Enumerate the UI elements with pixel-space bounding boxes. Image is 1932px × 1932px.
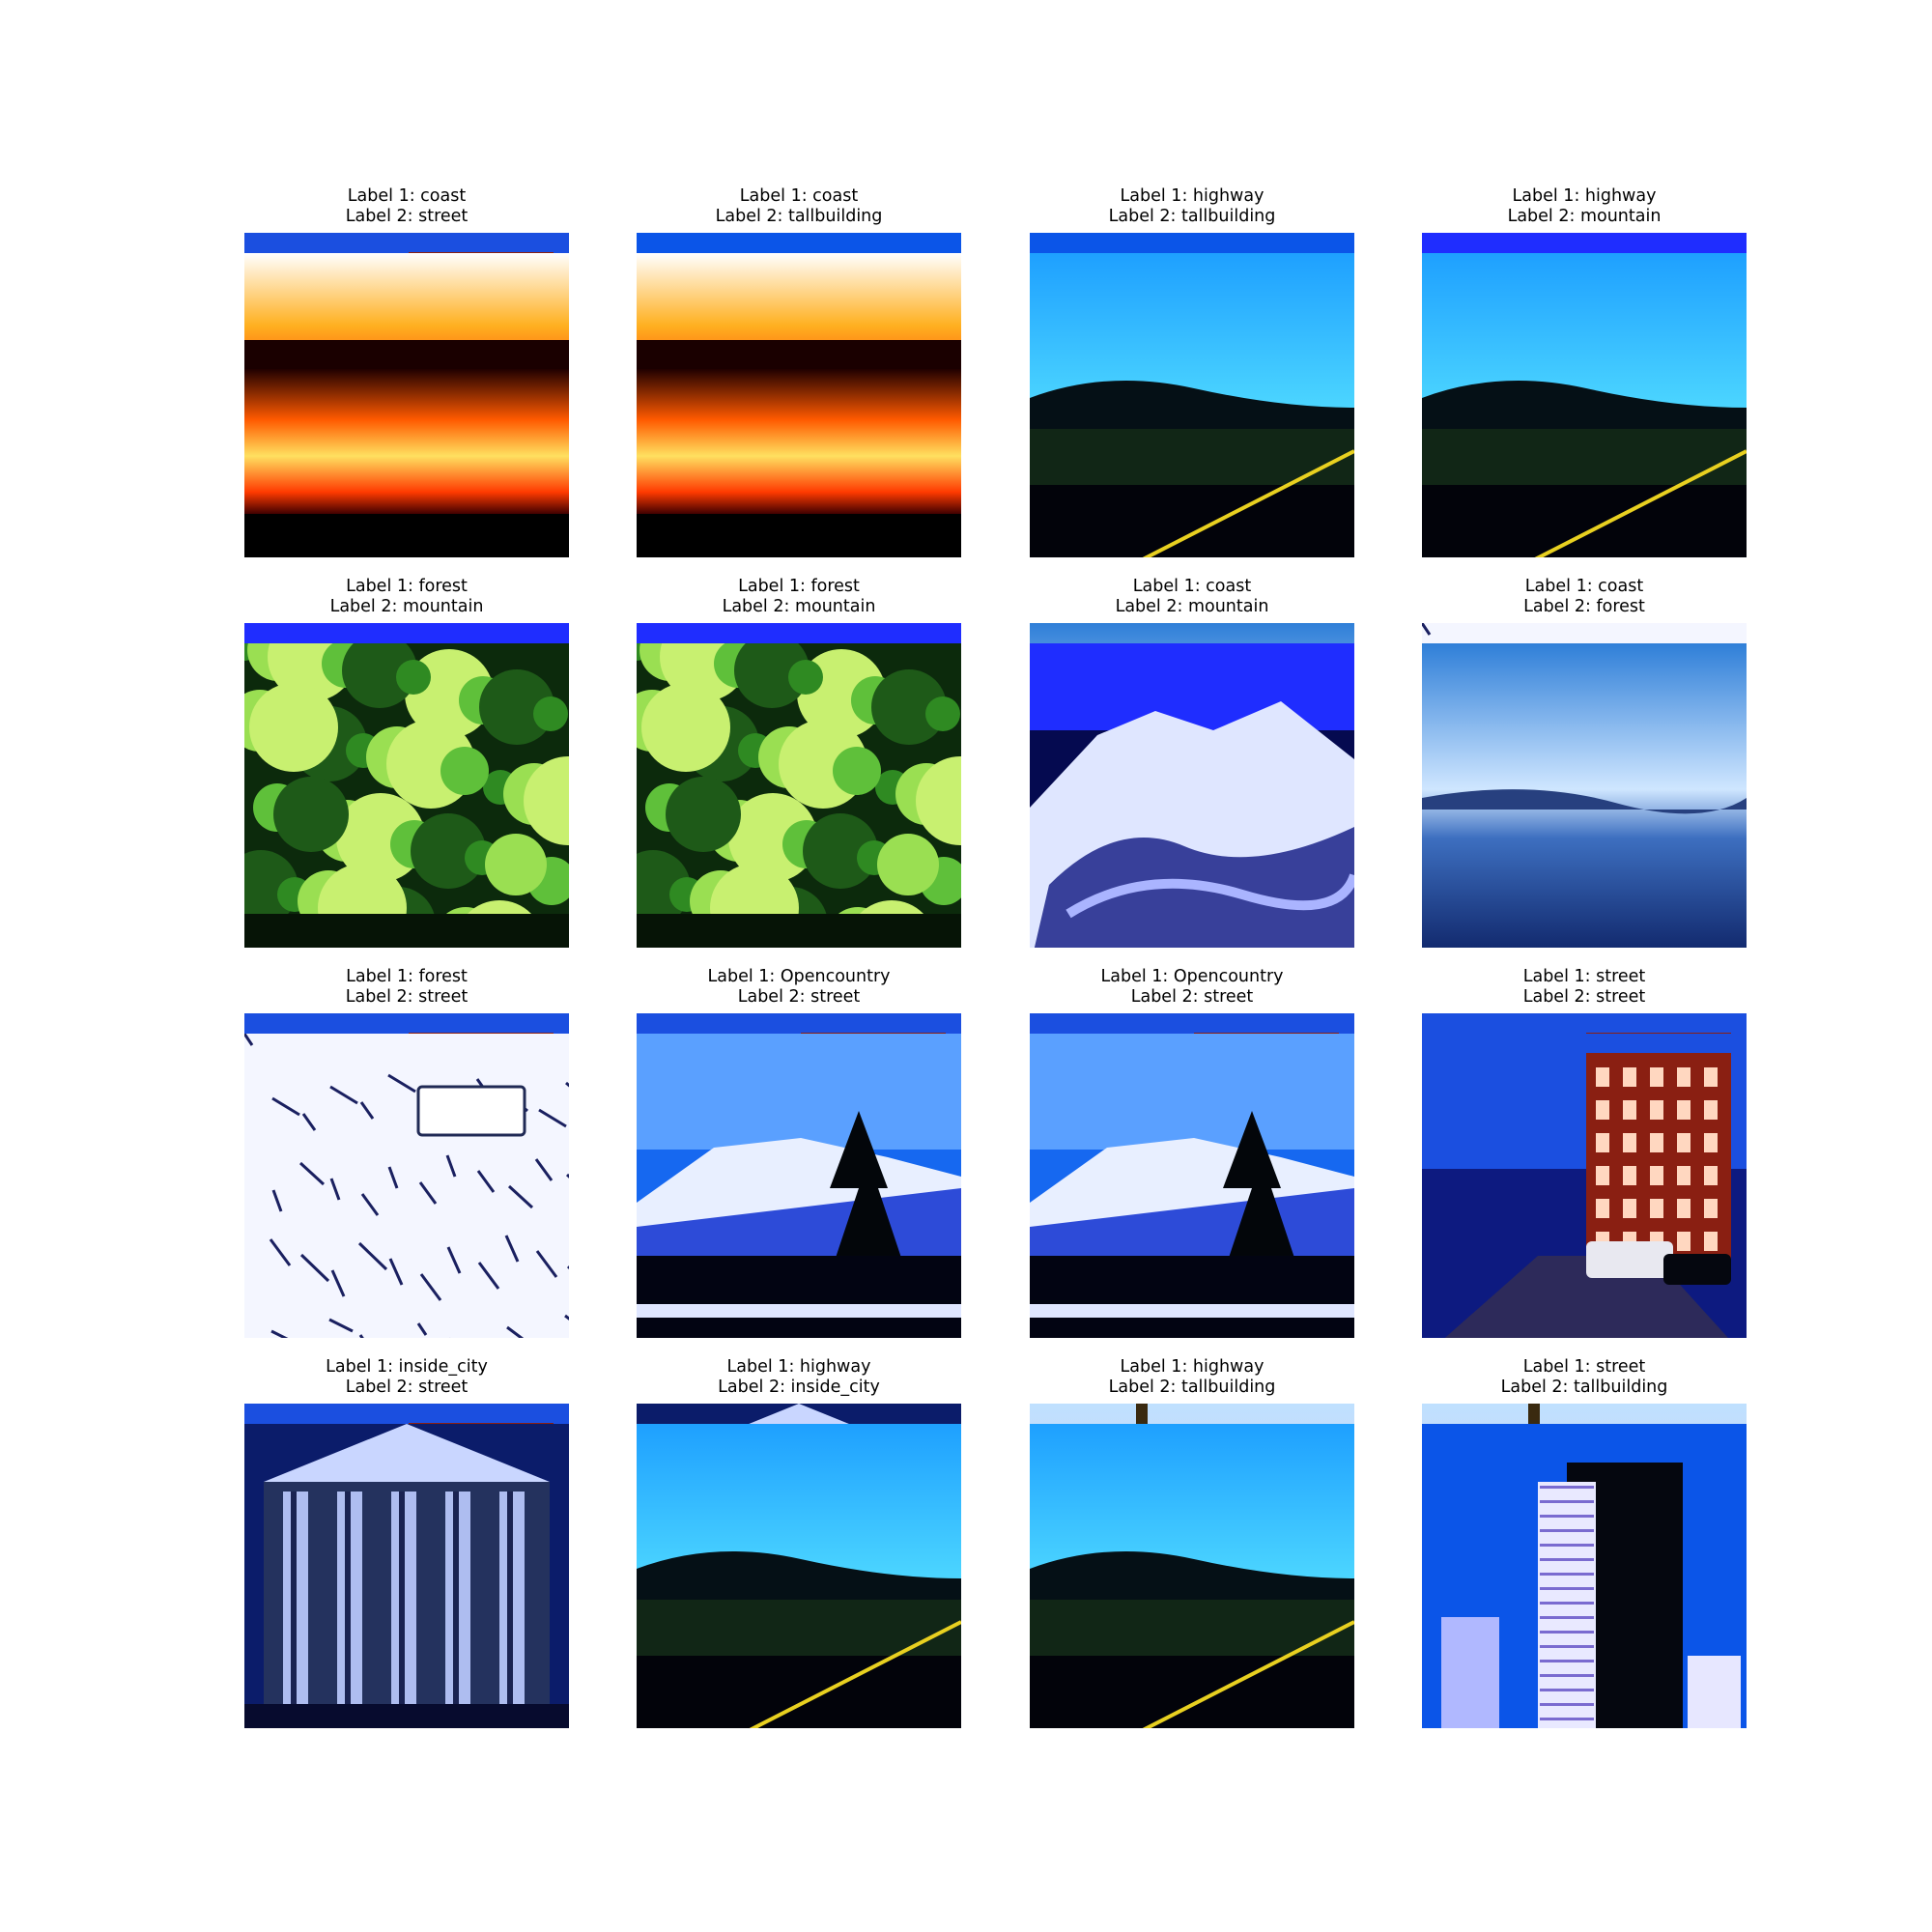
cutmix-patch	[637, 253, 779, 471]
scene-background	[1422, 623, 1747, 948]
panel-title: Label 1: highway Label 2: mountain	[1422, 186, 1747, 229]
cutmix-patch	[1030, 1034, 1172, 1252]
label-2-text: Label 2: mountain	[1507, 207, 1662, 226]
mixed-scene-image	[1422, 1013, 1747, 1338]
panel-title: Label 1: coast Label 2: mountain	[1030, 577, 1354, 619]
label-2-text: Label 2: mountain	[722, 597, 876, 616]
mixed-scene-image	[1422, 1404, 1747, 1728]
label-1-text: Label 1: highway	[1120, 1357, 1264, 1377]
label-2-text: Label 2: tallbuilding	[715, 207, 883, 226]
panel-title: Label 1: Opencountry Label 2: street	[1030, 967, 1354, 1009]
mixed-scene-image	[637, 1013, 961, 1338]
label-2-text: Label 2: tallbuilding	[1108, 207, 1276, 226]
panel-title: Label 1: forest Label 2: mountain	[244, 577, 569, 619]
cutmix-patch	[1422, 643, 1564, 862]
label-2-text: Label 2: mountain	[1115, 597, 1269, 616]
label-2-text: Label 2: street	[737, 987, 861, 1007]
label-1-text: Label 1: Opencountry	[707, 967, 891, 986]
label-1-text: Label 1: coast	[739, 186, 859, 206]
scene-background	[244, 1013, 569, 1338]
cutmix-patch	[637, 1424, 779, 1642]
scene-background	[637, 623, 961, 948]
cutmix-patch	[244, 253, 386, 471]
mixed-scene-image	[1422, 233, 1747, 557]
label-2-text: Label 2: tallbuilding	[1500, 1378, 1668, 1397]
label-2-text: Label 2: street	[345, 1378, 469, 1397]
scene-background	[637, 1013, 961, 1338]
label-1-text: Label 1: coast	[1524, 577, 1644, 596]
scene-background	[1030, 623, 1354, 948]
mixed-scene-image	[637, 233, 961, 557]
label-2-text: Label 2: street	[1130, 987, 1254, 1007]
label-2-text: Label 2: forest	[1523, 597, 1645, 616]
panel-title: Label 1: coast Label 2: forest	[1422, 577, 1747, 619]
scene-background	[637, 1404, 961, 1728]
panel-title: Label 1: coast Label 2: street	[244, 186, 569, 229]
mixed-scene-image	[244, 1404, 569, 1728]
label-2-text: Label 2: street	[1522, 987, 1646, 1007]
mixed-scene-image	[244, 233, 569, 557]
cutmix-patch	[244, 643, 386, 862]
mixed-scene-image	[244, 1013, 569, 1338]
cutmix-patch	[1030, 1424, 1172, 1642]
cutmix-patch	[1422, 253, 1564, 471]
scene-background	[244, 623, 569, 948]
label-2-text: Label 2: mountain	[329, 597, 484, 616]
cutmix-patch	[1030, 643, 1172, 862]
scene-background	[1422, 233, 1747, 557]
cutmix-patch	[637, 1034, 779, 1252]
cutmix-patch	[244, 1424, 386, 1642]
scene-background	[1422, 1404, 1747, 1728]
panel-title: Label 1: forest Label 2: street	[244, 967, 569, 1009]
mixed-scene-image	[1030, 1013, 1354, 1338]
label-2-text: Label 2: street	[345, 207, 469, 226]
label-1-text: Label 1: forest	[346, 967, 468, 986]
label-1-text: Label 1: forest	[346, 577, 468, 596]
image-grid: Label 1: coast Label 2: street Label 1: …	[0, 0, 1932, 1932]
panel-title: Label 1: Opencountry Label 2: street	[637, 967, 961, 1009]
mixed-scene-image	[1422, 623, 1747, 948]
panel-title: Label 1: street Label 2: tallbuilding	[1422, 1357, 1747, 1400]
panel-title: Label 1: highway Label 2: tallbuilding	[1030, 1357, 1354, 1400]
mixed-scene-image	[637, 1404, 961, 1728]
label-2-text: Label 2: tallbuilding	[1108, 1378, 1276, 1397]
label-1-text: Label 1: highway	[726, 1357, 871, 1377]
mixed-scene-image	[244, 623, 569, 948]
scene-background	[244, 233, 569, 557]
panel-title: Label 1: forest Label 2: mountain	[637, 577, 961, 619]
label-1-text: Label 1: highway	[1120, 186, 1264, 206]
cutmix-patch	[1422, 1424, 1564, 1642]
cutmix-patch	[637, 643, 779, 862]
label-1-text: Label 1: Opencountry	[1100, 967, 1284, 986]
panel-title: Label 1: street Label 2: street	[1422, 967, 1747, 1009]
label-1-text: Label 1: coast	[1132, 577, 1252, 596]
cutmix-patch	[244, 1034, 386, 1252]
scene-background	[1030, 1013, 1354, 1338]
mixed-scene-image	[1030, 233, 1354, 557]
label-1-text: Label 1: forest	[738, 577, 860, 596]
cutmix-patch	[1422, 1034, 1564, 1252]
mixed-scene-image	[1030, 1404, 1354, 1728]
cutmix-patch	[1030, 253, 1172, 471]
scene-background	[244, 1404, 569, 1728]
scene-background	[637, 233, 961, 557]
label-2-text: Label 2: street	[345, 987, 469, 1007]
label-1-text: Label 1: inside_city	[326, 1357, 488, 1377]
scene-background	[1030, 233, 1354, 557]
panel-title: Label 1: inside_city Label 2: street	[244, 1357, 569, 1400]
panel-title: Label 1: highway Label 2: inside_city	[637, 1357, 961, 1400]
label-1-text: Label 1: coast	[347, 186, 467, 206]
label-2-text: Label 2: inside_city	[718, 1378, 880, 1397]
panel-title: Label 1: coast Label 2: tallbuilding	[637, 186, 961, 229]
panel-title: Label 1: highway Label 2: tallbuilding	[1030, 186, 1354, 229]
scene-background	[1030, 1404, 1354, 1728]
mixed-scene-image	[637, 623, 961, 948]
label-1-text: Label 1: street	[1522, 967, 1646, 986]
label-1-text: Label 1: highway	[1512, 186, 1657, 206]
label-1-text: Label 1: street	[1522, 1357, 1646, 1377]
mixed-scene-image	[1030, 623, 1354, 948]
scene-background	[1422, 1013, 1747, 1338]
